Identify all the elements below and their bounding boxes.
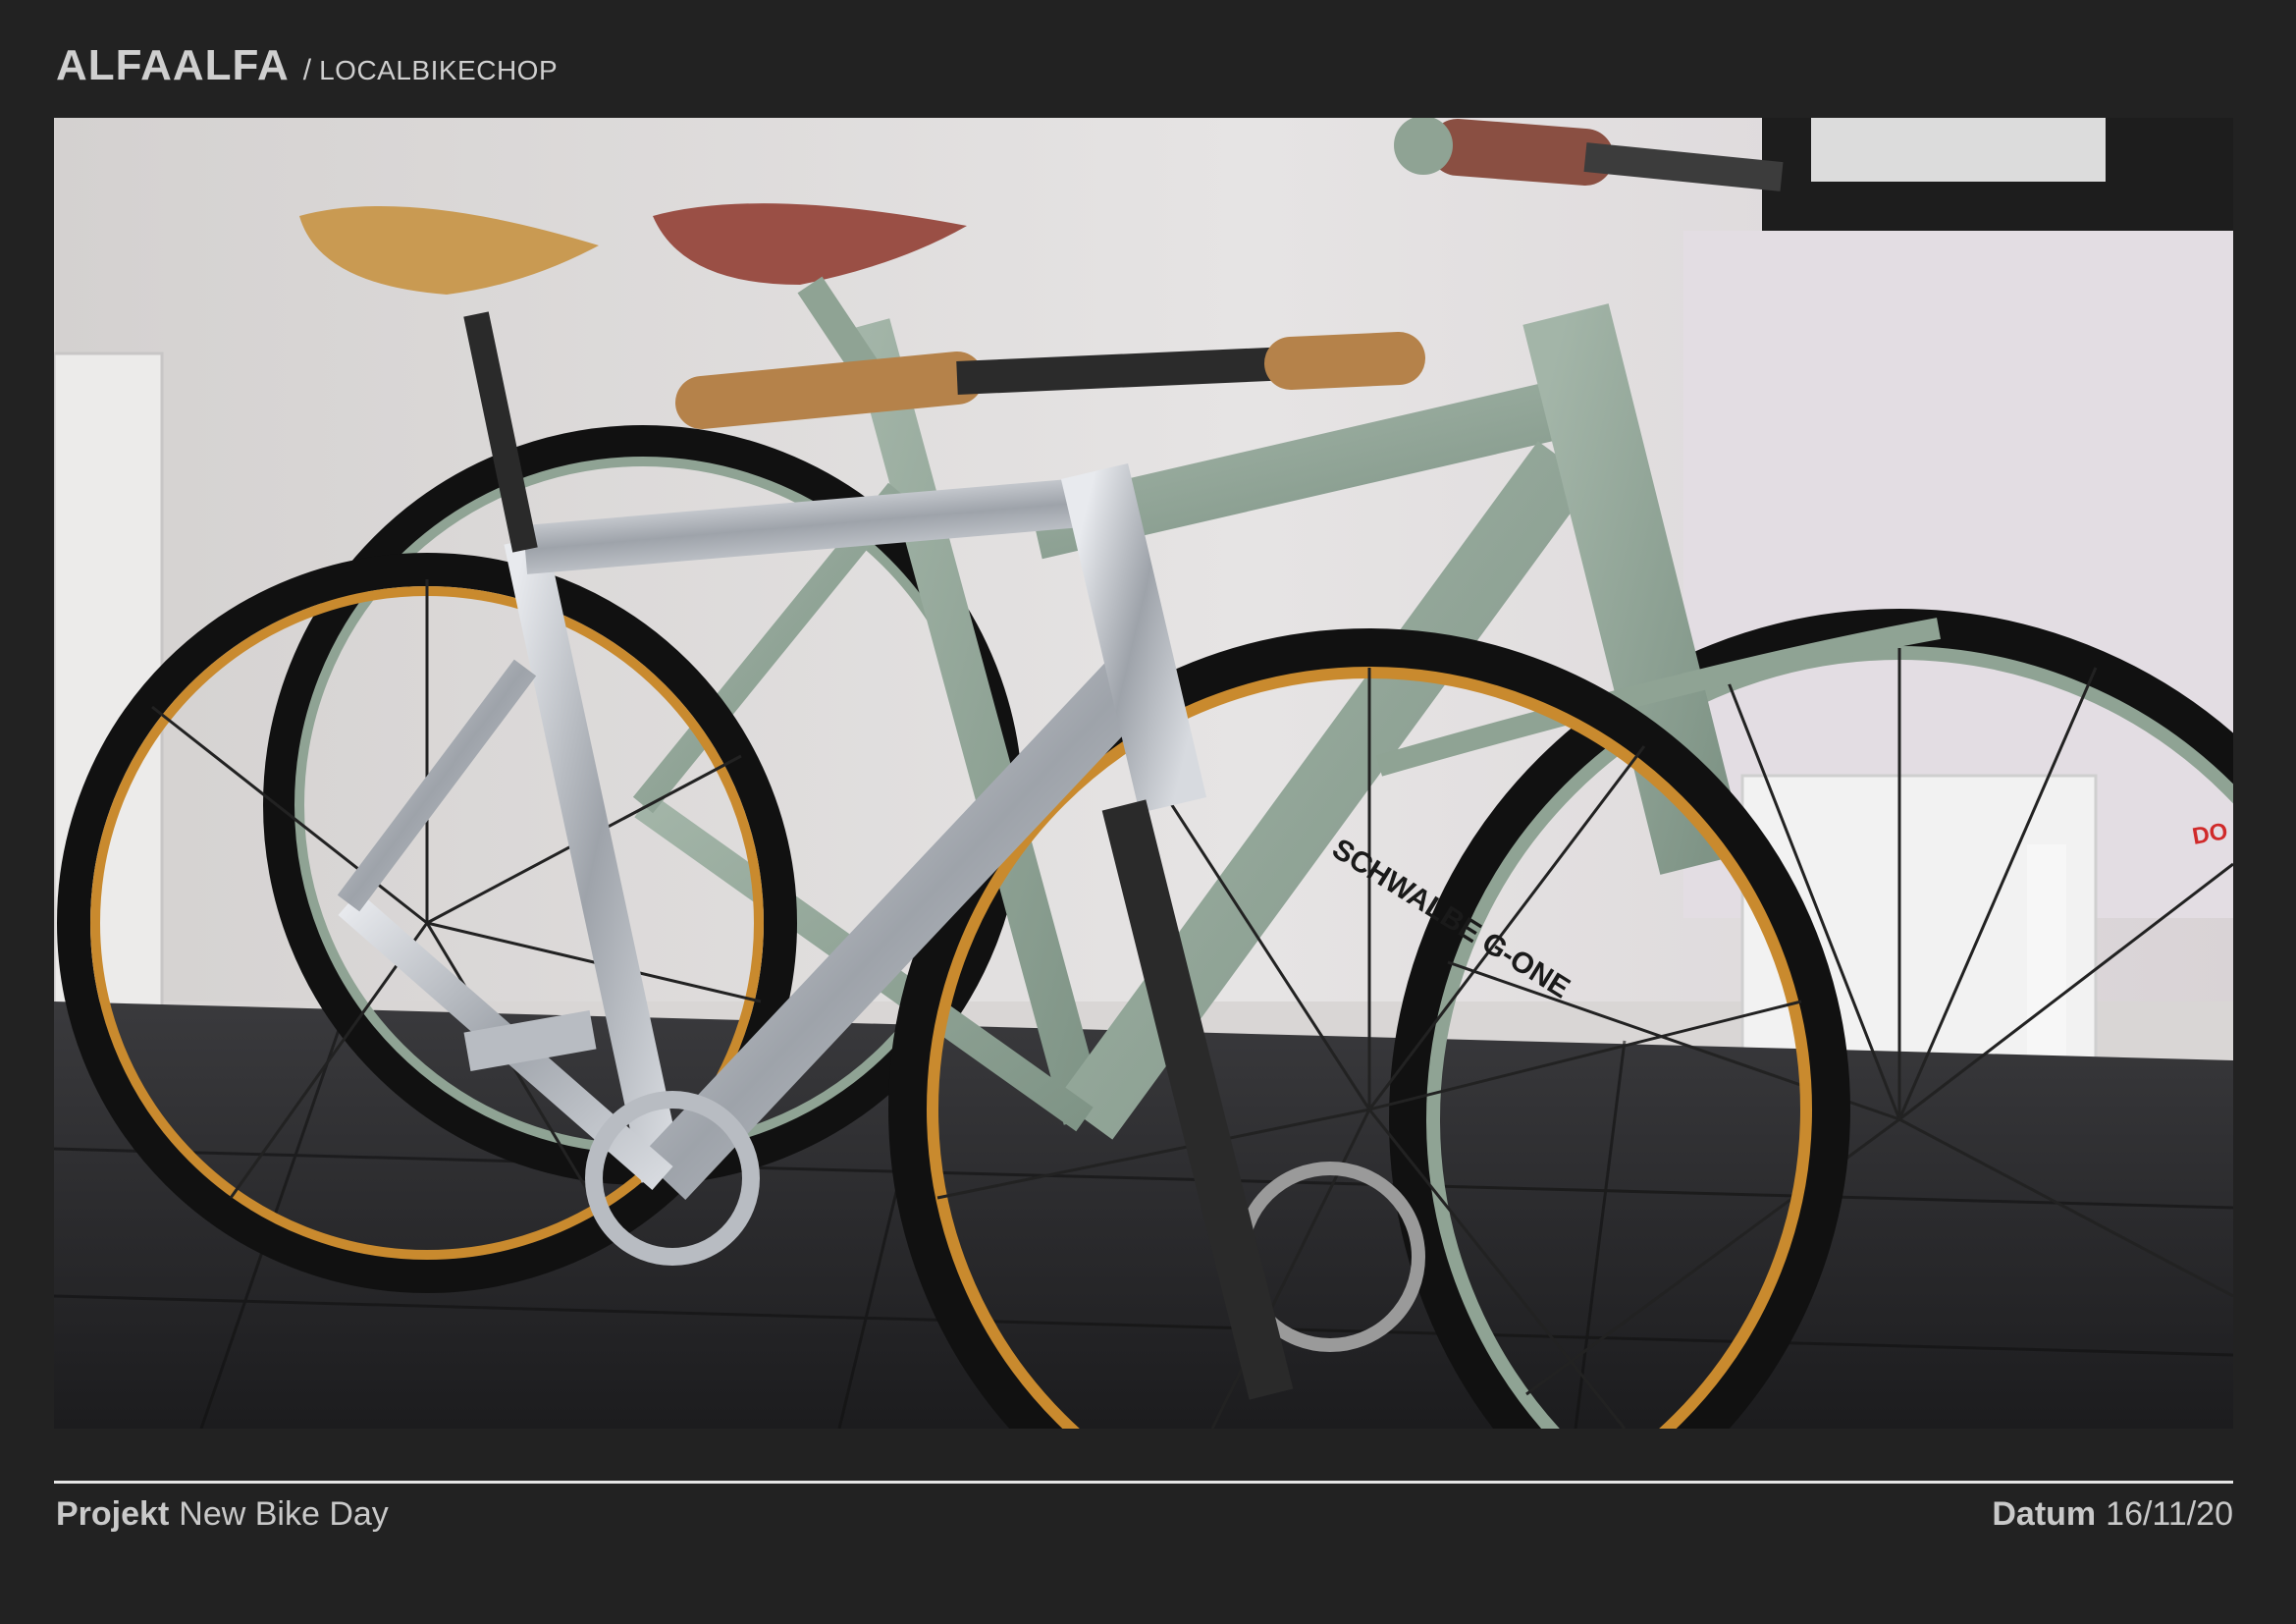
brand-separator: / (302, 54, 312, 86)
page: ALFAALFA / LOCALBIKECHOP SCHWALBE G-ONE … (0, 0, 2296, 1624)
date-value: 16/11/20 (2106, 1495, 2233, 1533)
date-label: Datum (1992, 1495, 2097, 1533)
date-info: Datum 16/11/20 (1992, 1495, 2233, 1534)
header: ALFAALFA / LOCALBIKECHOP (56, 41, 558, 90)
project-info: Projekt New Bike Day (56, 1495, 389, 1534)
project-value: New Bike Day (179, 1495, 389, 1533)
footer-divider (54, 1481, 2233, 1484)
shop-name: LOCALBIKECHOP (319, 55, 559, 85)
brand-name: ALFAALFA (56, 41, 290, 89)
bike-photo-illustration: SCHWALBE G-ONE DO (54, 118, 2233, 1429)
project-label: Projekt (56, 1495, 170, 1533)
microwave (1811, 118, 2106, 182)
bike-photo: SCHWALBE G-ONE DO (54, 118, 2233, 1429)
